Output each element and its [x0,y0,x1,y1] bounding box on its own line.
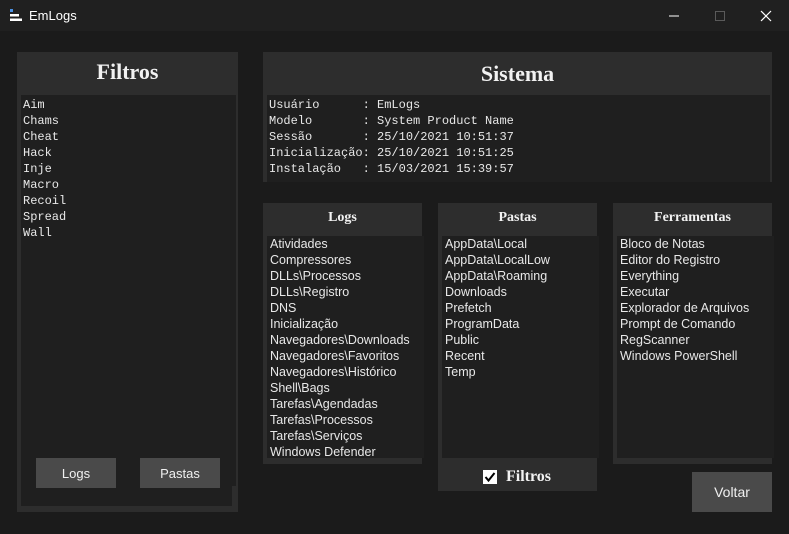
info-row-sessao: Sessão : 25/10/2021 10:51:37 [269,130,514,144]
list-item[interactable]: Navegadores\Favoritos [270,348,421,364]
logs-list[interactable]: Atividades Compressores DLLs\Processos D… [267,236,424,458]
info-row-inicializacao: Inicialização: 25/10/2021 10:51:25 [269,146,514,160]
filtros-checkbox-label: Filtros [506,468,552,485]
list-item[interactable]: Navegadores\Histórico [270,364,421,380]
list-item[interactable]: Prompt de Comando [620,316,771,332]
sistema-title: Sistema [480,61,555,86]
maximize-button[interactable] [697,0,743,31]
list-item[interactable]: Hack [23,145,234,161]
sistema-info: Usuário : EmLogs Modelo : System Product… [267,95,770,182]
list-item[interactable]: Wall [23,225,234,241]
pastas-panel: Pastas AppData\Local AppData\LocalLow Ap… [438,203,599,491]
list-item[interactable]: Executar [620,284,771,300]
list-item[interactable]: Temp [445,364,596,380]
list-item[interactable]: Tarefas\Serviços [270,428,421,444]
list-item[interactable]: Macro [23,177,234,193]
list-item[interactable]: Prefetch [445,300,596,316]
ferramentas-panel: Ferramentas Bloco de Notas Editor do Reg… [613,203,774,464]
maximize-icon [715,10,725,21]
list-item[interactable]: Navegadores\Downloads [270,332,421,348]
list-item[interactable]: Windows Defender [270,444,421,458]
list-item[interactable]: Public [445,332,596,348]
logs-panel: Logs Atividades Compressores DLLs\Proces… [263,203,424,464]
list-item[interactable]: Shell\Bags [270,380,421,396]
list-item[interactable]: Spread [23,209,234,225]
logs-title: Logs [328,210,357,225]
info-row-usuario: Usuário : EmLogs [269,98,421,112]
list-item[interactable]: AppData\Local [445,236,596,252]
list-item[interactable]: Atividades [270,236,421,252]
list-item[interactable]: Chams [23,113,234,129]
list-item[interactable]: DLLs\Processos [270,268,421,284]
window-title: EmLogs [29,8,77,23]
voltar-button[interactable]: Voltar [692,472,772,512]
list-item[interactable]: Compressores [270,252,421,268]
pastas-title: Pastas [498,210,537,225]
list-item[interactable]: Aim [23,97,234,113]
list-item[interactable]: Inicialização [270,316,421,332]
logs-button[interactable]: Logs [36,458,116,488]
list-item[interactable]: Explorador de Arquivos [620,300,771,316]
info-row-instalacao: Instalação : 15/03/2021 15:39:57 [269,162,514,176]
filtros-checkbox[interactable] [483,470,497,484]
list-item[interactable]: Everything [620,268,771,284]
close-icon [760,10,772,21]
minimize-icon [669,15,679,16]
list-item[interactable]: Bloco de Notas [620,236,771,252]
filtros-button-area: Logs Pastas [21,438,232,506]
list-item[interactable]: Recent [445,348,596,364]
list-item[interactable]: RegScanner [620,332,771,348]
title-bar: EmLogs [0,0,789,31]
sistema-panel: Sistema Usuário : EmLogs Modelo : System… [263,52,772,182]
filtros-panel: Filtros Aim Chams Cheat Hack Inje Macro … [17,52,238,512]
app-list-icon [10,9,22,21]
ferramentas-title: Ferramentas [654,210,731,225]
info-row-modelo: Modelo : System Product Name [269,114,514,128]
filtros-title: Filtros [96,59,159,84]
list-item[interactable]: Downloads [445,284,596,300]
filtros-checkbox-row[interactable]: Filtros [483,468,551,486]
filtros-list[interactable]: Aim Chams Cheat Hack Inje Macro Recoil S… [21,95,236,486]
list-item[interactable]: Inje [23,161,234,177]
list-item[interactable]: Recoil [23,193,234,209]
pastas-button[interactable]: Pastas [140,458,220,488]
list-item[interactable]: AppData\Roaming [445,268,596,284]
list-item[interactable]: DNS [270,300,421,316]
minimize-button[interactable] [651,0,697,31]
close-button[interactable] [743,0,789,31]
list-item[interactable]: Tarefas\Processos [270,412,421,428]
list-item[interactable]: Tarefas\Agendadas [270,396,421,412]
list-item[interactable]: AppData\LocalLow [445,252,596,268]
list-item[interactable]: Windows PowerShell [620,348,771,364]
list-item[interactable]: DLLs\Registro [270,284,421,300]
list-item[interactable]: Editor do Registro [620,252,771,268]
list-item[interactable]: Cheat [23,129,234,145]
list-item[interactable]: ProgramData [445,316,596,332]
ferramentas-list[interactable]: Bloco de Notas Editor do Registro Everyt… [617,236,774,458]
pastas-list[interactable]: AppData\Local AppData\LocalLow AppData\R… [442,236,599,458]
